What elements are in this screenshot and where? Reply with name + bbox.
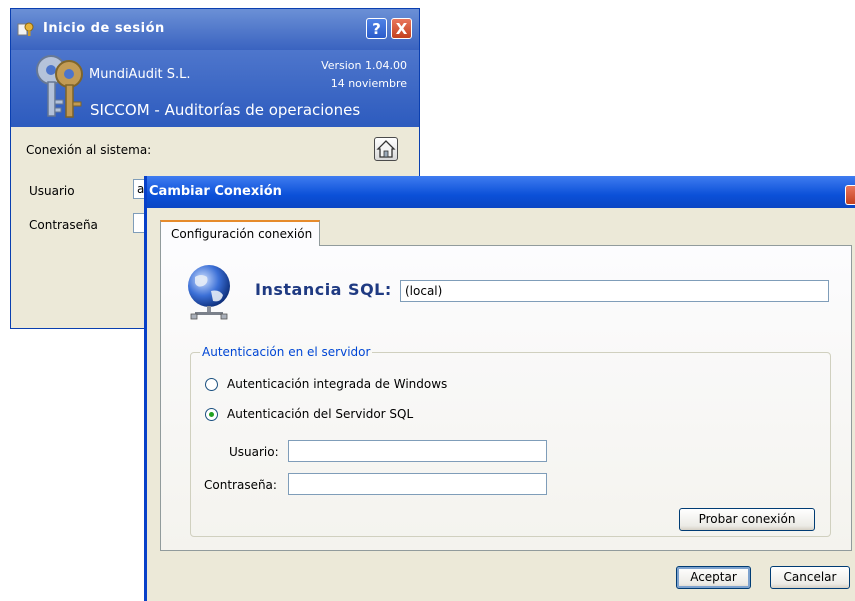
company-name: MundiAudit S.L. [89,67,191,82]
login-window-title: Inicio de sesión [43,21,165,36]
radio-sql-auth-label[interactable]: Autenticación del Servidor SQL [227,407,413,421]
auth-password-label: Contraseña: [204,478,277,492]
sql-instance-label: Instancia SQL: [255,280,392,299]
house-icon [376,140,396,158]
connection-label: Conexión al sistema: [26,143,152,157]
change-connection-dialog: Cambiar Conexión Configuración conexión … [144,176,855,601]
help-icon[interactable]: ? [366,18,387,39]
close-icon[interactable] [845,185,855,205]
dialog-titlebar[interactable]: Cambiar Conexión [147,176,855,208]
globe-network-icon [188,265,230,320]
close-icon[interactable]: X [391,18,412,39]
tab-panel: Instancia SQL: (local) Autenticación en … [160,245,852,551]
cancel-button[interactable]: Cancelar [770,566,850,589]
radio-selected-dot [209,412,214,417]
radio-windows-auth[interactable] [205,378,218,391]
change-connection-button[interactable] [374,137,398,161]
tab-configuracion-conexion[interactable]: Configuración conexión [160,220,320,246]
version-text: Version 1.04.00 [321,59,407,72]
radio-sql-auth[interactable] [205,408,218,421]
login-titlebar[interactable]: Inicio de sesión ? X [11,9,419,50]
auth-group-label: Autenticación en el servidor [200,345,373,359]
app-icon [17,22,34,36]
radio-windows-auth-label[interactable]: Autenticación integrada de Windows [227,377,447,391]
auth-groupbox: Autenticación en el servidor Autenticaci… [190,345,831,537]
version-date: 14 noviembre [330,77,407,90]
auth-password-input[interactable] [288,473,547,495]
keys-logo [36,55,83,118]
sql-instance-input[interactable]: (local) [400,280,829,302]
user-label: Usuario [29,184,75,198]
dialog-title: Cambiar Conexión [149,184,282,199]
password-label: Contraseña [29,218,98,232]
accept-button[interactable]: Aceptar [676,566,751,589]
app-name: SICCOM - Auditorías de operaciones [90,101,361,119]
auth-user-label: Usuario: [229,445,279,459]
test-connection-button[interactable]: Probar conexión [679,508,815,531]
login-banner: MundiAudit S.L. Version 1.04.00 14 novie… [11,50,419,127]
auth-user-input[interactable] [288,440,547,462]
